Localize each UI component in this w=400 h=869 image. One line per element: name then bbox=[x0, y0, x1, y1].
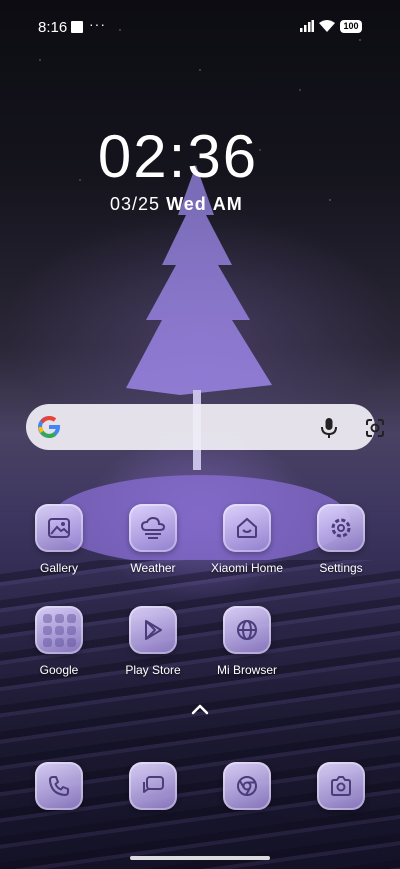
app-weather[interactable]: Weather bbox=[108, 504, 198, 575]
dock-messages[interactable] bbox=[108, 762, 198, 810]
status-bar: 8:16 ··· 100 bbox=[0, 0, 400, 56]
more-notifications-icon: ··· bbox=[89, 16, 106, 32]
wallpaper-tree bbox=[50, 165, 350, 560]
app-settings[interactable]: Settings bbox=[296, 504, 386, 575]
dock-phone[interactable] bbox=[14, 762, 104, 810]
folder-google[interactable]: Google bbox=[14, 606, 104, 677]
messages-icon bbox=[129, 762, 177, 810]
phone-icon bbox=[35, 762, 83, 810]
xiaomi-home-icon bbox=[223, 504, 271, 552]
app-xiaomi-home[interactable]: Xiaomi Home bbox=[202, 504, 292, 575]
app-label: Play Store bbox=[125, 663, 181, 677]
app-label: Settings bbox=[319, 561, 363, 575]
play-store-icon bbox=[129, 606, 177, 654]
app-mi-browser[interactable]: Mi Browser bbox=[202, 606, 292, 677]
clock-date[interactable]: 03/25 Wed AM bbox=[110, 194, 243, 215]
app-label: Gallery bbox=[39, 561, 78, 575]
globe-icon bbox=[223, 606, 271, 654]
app-label: Google bbox=[39, 663, 79, 677]
chrome-icon bbox=[223, 762, 271, 810]
google-search-bar[interactable] bbox=[26, 404, 384, 450]
clock-time[interactable]: 02:36 bbox=[0, 122, 356, 191]
app-label: Xiaomi Home bbox=[210, 561, 284, 575]
dock-camera[interactable] bbox=[296, 762, 386, 810]
app-gallery[interactable]: Gallery bbox=[14, 504, 104, 575]
mic-icon[interactable] bbox=[319, 417, 339, 439]
app-label: Weather bbox=[130, 561, 176, 575]
am-pm: AM bbox=[212, 194, 243, 214]
app-play-store[interactable]: Play Store bbox=[108, 606, 198, 677]
wifi-icon bbox=[319, 20, 335, 32]
notification-icon bbox=[71, 21, 83, 33]
gesture-home-bar[interactable] bbox=[130, 856, 270, 860]
chevron-up-icon[interactable] bbox=[190, 702, 210, 716]
weather-icon bbox=[129, 504, 177, 552]
google-logo-icon bbox=[38, 416, 61, 439]
gallery-icon bbox=[35, 504, 83, 552]
google-lens-icon[interactable] bbox=[364, 417, 386, 439]
signal-icon bbox=[300, 20, 314, 32]
weekday: Wed bbox=[166, 194, 207, 214]
app-label: Mi Browser bbox=[216, 663, 277, 677]
gear-icon bbox=[317, 504, 365, 552]
battery-icon: 100 bbox=[340, 20, 362, 33]
status-time: 8:16 bbox=[38, 19, 68, 36]
folder-icon bbox=[35, 606, 83, 654]
date-value: 03/25 bbox=[110, 194, 161, 214]
dock-chrome[interactable] bbox=[202, 762, 292, 810]
camera-icon bbox=[317, 762, 365, 810]
